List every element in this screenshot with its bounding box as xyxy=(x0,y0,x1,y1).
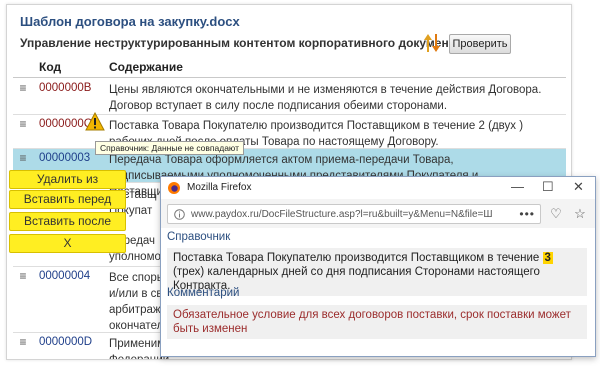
drag-handle-icon[interactable]: ≡ xyxy=(17,81,29,95)
insert-after-button[interactable]: Вставить после xyxy=(9,212,126,231)
close-icon[interactable]: ✕ xyxy=(573,179,584,195)
info-icon[interactable] xyxy=(174,209,185,220)
url-text[interactable]: www.paydox.ru/DocFileStructure.asp?l=ru&… xyxy=(191,209,493,220)
reference-highlight: 3 xyxy=(542,252,553,264)
document-title: Шаблон договора на закупку.docx xyxy=(20,14,240,29)
drag-handle-icon[interactable]: ≡ xyxy=(17,151,29,165)
pocket-icon[interactable]: ♡ xyxy=(547,205,565,223)
drag-handle-icon[interactable]: ≡ xyxy=(17,335,29,349)
popup-titlebar: Mozilla Firefox — ☐ ✕ xyxy=(161,177,595,199)
row-content: Цены являются окончательными и не изменя… xyxy=(109,84,542,112)
popup-body: Справочник Поставка Товара Покупателю пр… xyxy=(161,228,595,356)
drag-handle-icon[interactable]: ≡ xyxy=(17,117,29,131)
close-menu-button[interactable]: X xyxy=(9,234,126,253)
row-code[interactable]: 0000000D xyxy=(39,336,92,348)
row-code[interactable]: 0000000B xyxy=(39,82,91,94)
row-code[interactable]: 00000004 xyxy=(39,270,90,282)
url-bar[interactable]: www.paydox.ru/DocFileStructure.asp?l=ru&… xyxy=(167,204,541,224)
column-header-code: Код xyxy=(39,60,62,74)
maximize-icon[interactable]: ☐ xyxy=(542,179,554,195)
more-icon[interactable]: ••• xyxy=(519,207,535,221)
comment-text: Обязательное условие для всех договоров … xyxy=(167,305,587,339)
panel-subtitle: Управление неструктурированным контентом… xyxy=(20,36,462,50)
check-button[interactable]: Проверить xyxy=(449,34,511,54)
row-code[interactable]: 00000003 xyxy=(39,152,90,164)
reference-text-before: Поставка Товара Покупателю производится … xyxy=(173,252,540,264)
firefox-popup-window: Mozilla Firefox — ☐ ✕ www.paydox.ru/DocF… xyxy=(160,176,596,357)
comment-label: Комментарий xyxy=(167,287,240,299)
popup-window-title: Mozilla Firefox xyxy=(187,182,252,193)
bookmark-star-icon[interactable]: ☆ xyxy=(571,205,589,223)
table-row[interactable]: ≡ 0000000B Цены являются окончательными … xyxy=(13,79,566,115)
warning-tooltip: Справочник: Данные не совпадают xyxy=(95,141,245,155)
reference-label: Справочник xyxy=(167,231,231,243)
delete-from-document-button[interactable]: Удалить из документа xyxy=(9,170,126,203)
insert-before-button[interactable]: Вставить перед xyxy=(9,190,126,209)
column-header-content: Содержание xyxy=(109,60,183,74)
sort-arrows-icon[interactable] xyxy=(423,32,441,54)
minimize-icon[interactable]: — xyxy=(511,179,524,194)
firefox-icon xyxy=(168,182,180,194)
warning-icon[interactable] xyxy=(85,112,105,131)
drag-handle-icon[interactable]: ≡ xyxy=(17,269,29,283)
table-header: Код Содержание xyxy=(13,60,566,78)
